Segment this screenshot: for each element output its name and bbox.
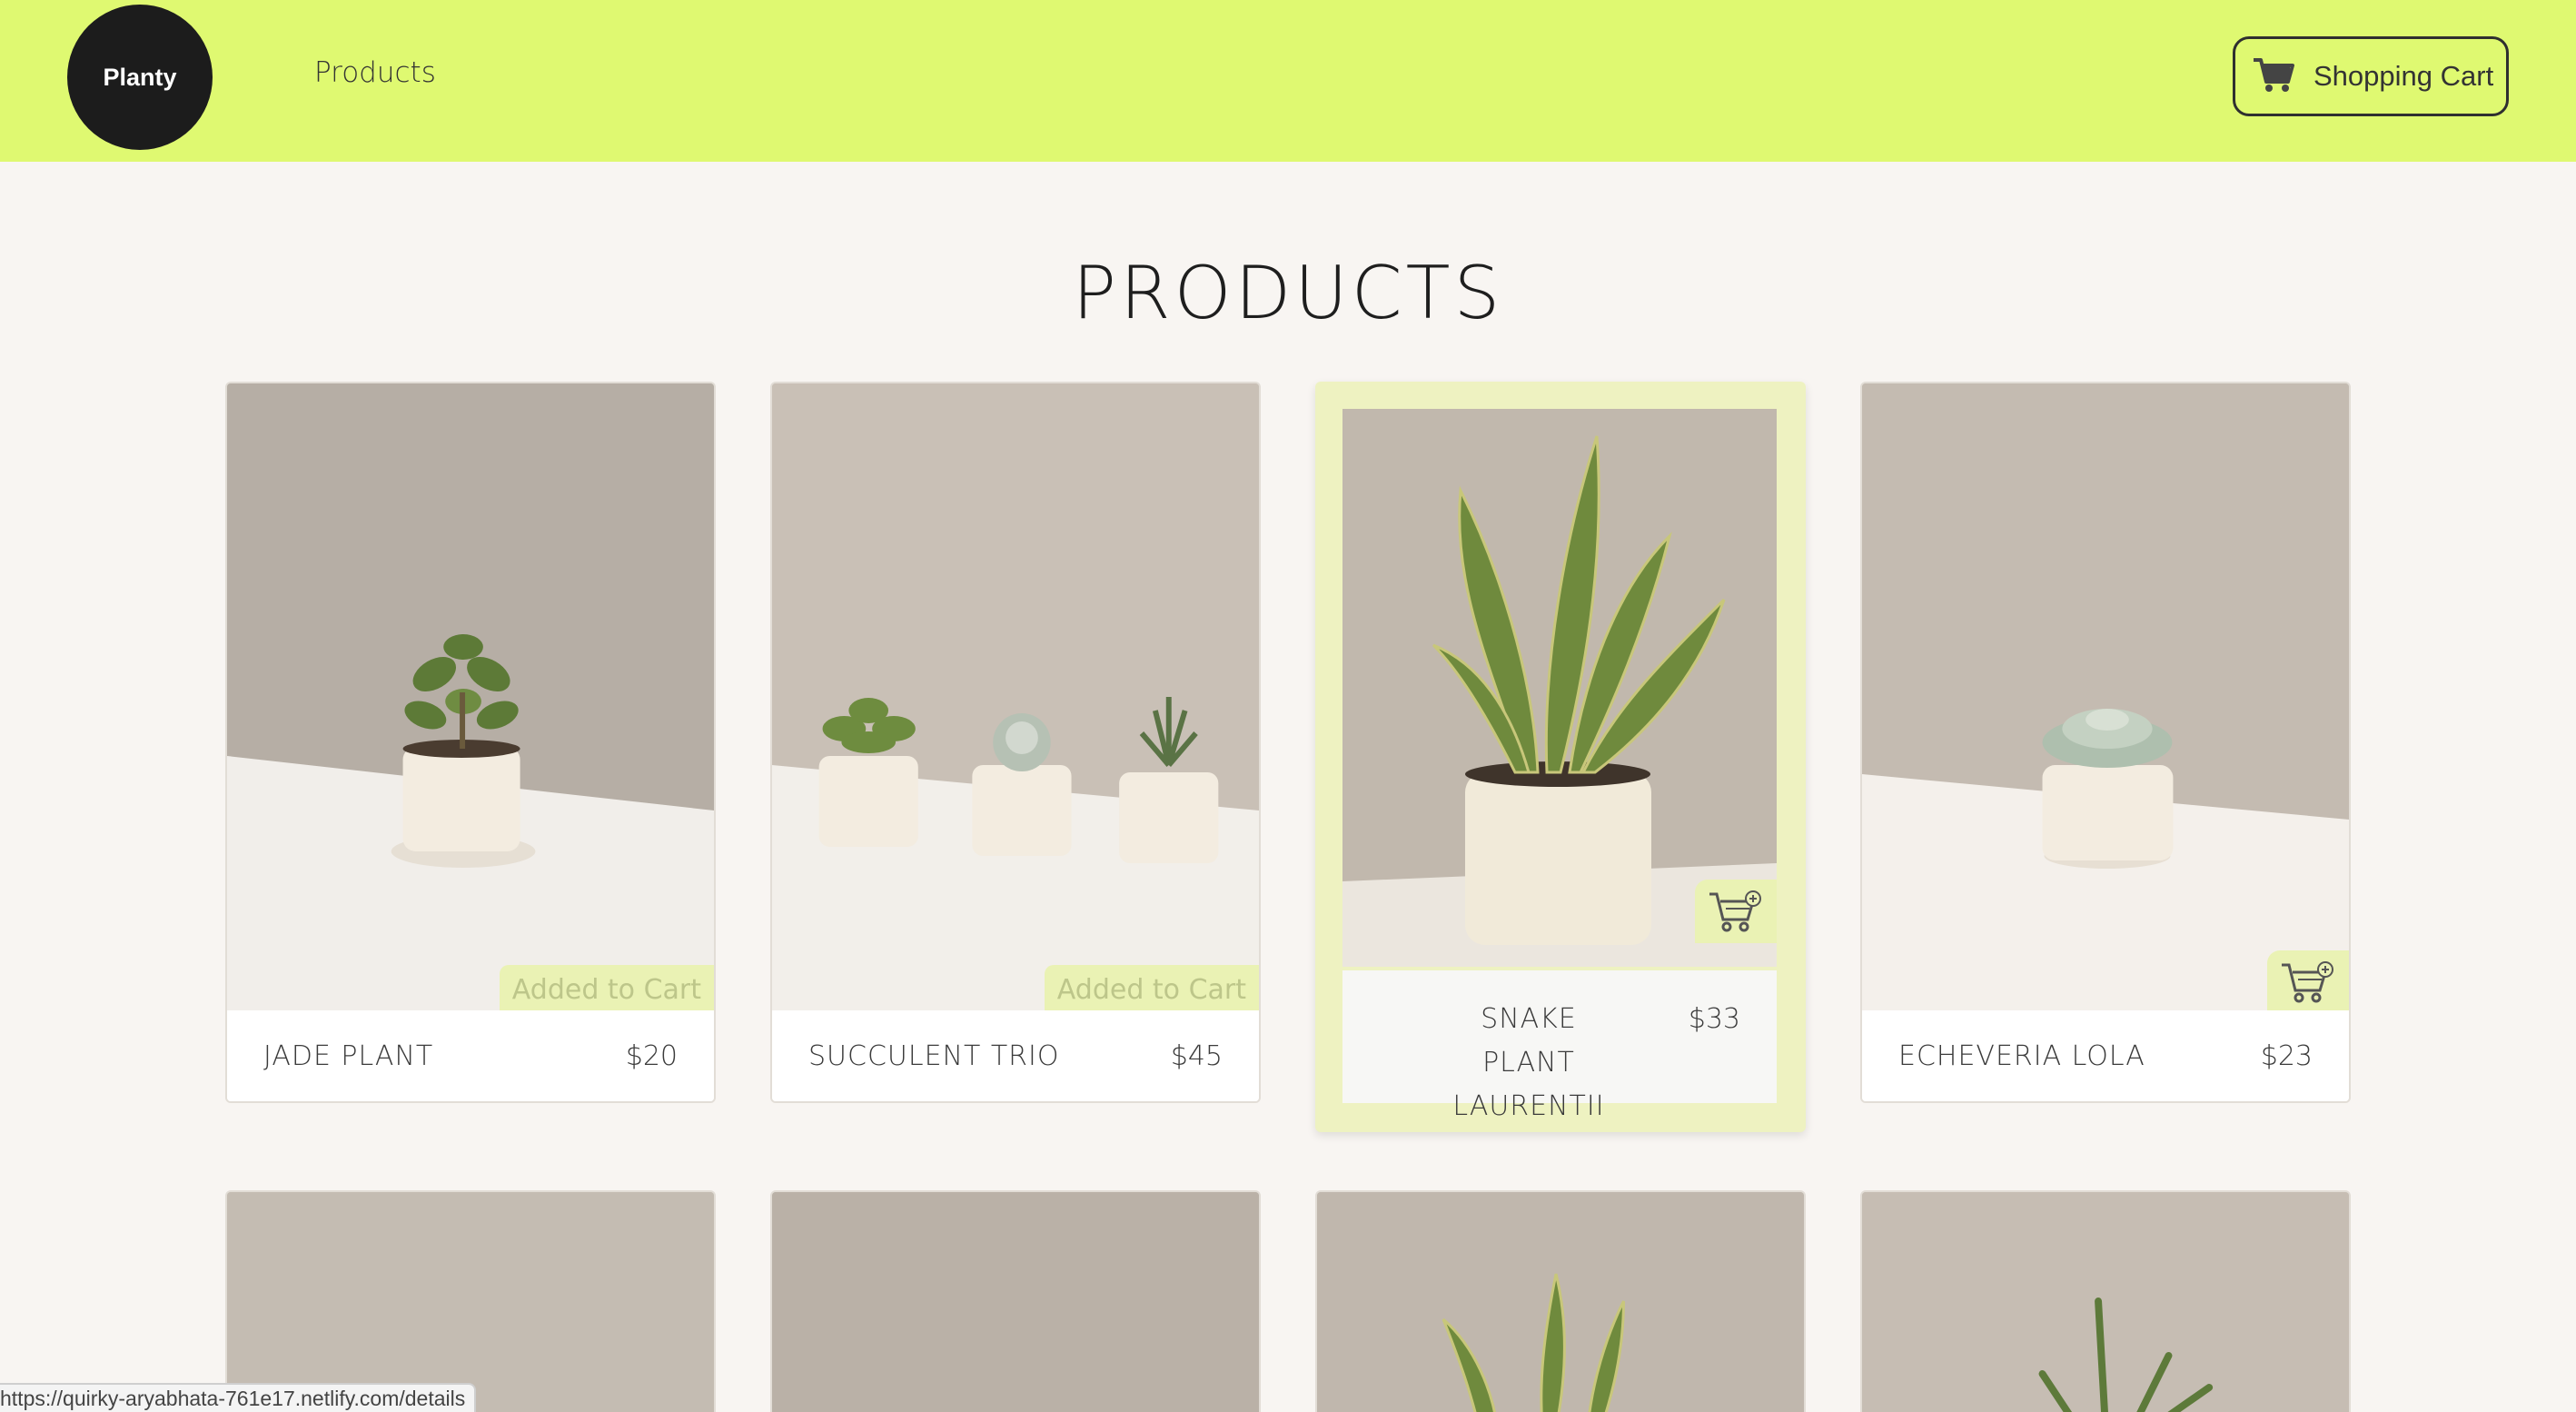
product-image	[772, 1192, 1259, 1412]
shopping-cart-icon	[2252, 56, 2295, 97]
product-info-bar: ECHEVERIA LOLA $23	[1862, 1010, 2349, 1101]
planty-logo[interactable]: Planty	[67, 5, 213, 150]
status-bar-url: https://quirky-aryabhata-761e17.netlify.…	[0, 1383, 477, 1412]
product-price: $45	[1170, 1039, 1223, 1072]
product-info-bar: SUCCULENT TRIO $45	[772, 1010, 1259, 1101]
product-card-row2-1[interactable]	[225, 1190, 716, 1412]
product-card-row2-4[interactable]	[1860, 1190, 2351, 1412]
product-price: $33	[1688, 1003, 1740, 1035]
product-image-succulent-trio	[772, 383, 1259, 1012]
added-to-cart-badge: Added to Cart	[499, 965, 714, 1014]
product-card-row2-2[interactable]	[770, 1190, 1261, 1412]
product-image-jade-plant	[227, 383, 714, 1012]
product-name: JADE PLANT	[263, 1039, 434, 1072]
product-name: SNAKE PLANT LAURENTII	[1452, 1003, 1605, 1122]
product-info-bar: JADE PLANT $20	[227, 1010, 714, 1101]
product-image	[1862, 1192, 2349, 1412]
product-card-jade-plant[interactable]: Added to Cart JADE PLANT $20	[225, 382, 716, 1103]
shopping-cart-button[interactable]: Shopping Cart	[2233, 36, 2509, 116]
product-card-succulent-trio[interactable]: Added to Cart SUCCULENT TRIO $45	[770, 382, 1261, 1103]
product-image-echeveria-lola	[1862, 383, 2349, 1012]
product-price: $20	[625, 1039, 678, 1072]
product-image	[227, 1192, 714, 1412]
product-card-snake-plant-laurentii[interactable]: SNAKE PLANT LAURENTII $33	[1315, 382, 1806, 1132]
product-price: $23	[2260, 1039, 2313, 1072]
top-navigation-bar: Planty Products Shopping Cart	[0, 0, 2576, 162]
product-card-echeveria-lola[interactable]: ECHEVERIA LOLA $23	[1860, 382, 2351, 1103]
product-name: ECHEVERIA LOLA	[1898, 1039, 2145, 1072]
nav-link-products[interactable]: Products	[314, 56, 436, 89]
added-to-cart-badge: Added to Cart	[1044, 965, 1259, 1014]
product-image	[1317, 1192, 1804, 1412]
add-to-cart-icon[interactable]	[1695, 880, 1777, 943]
product-name: SUCCULENT TRIO	[808, 1039, 1060, 1072]
add-to-cart-icon[interactable]	[2267, 950, 2349, 1014]
logo-text: Planty	[103, 63, 177, 91]
page-title: PRODUCTS	[1072, 251, 1504, 335]
product-info-bar: SNAKE PLANT LAURENTII $33	[1342, 970, 1777, 1122]
shopping-cart-label: Shopping Cart	[2313, 60, 2494, 92]
product-card-row2-3[interactable]	[1315, 1190, 1806, 1412]
